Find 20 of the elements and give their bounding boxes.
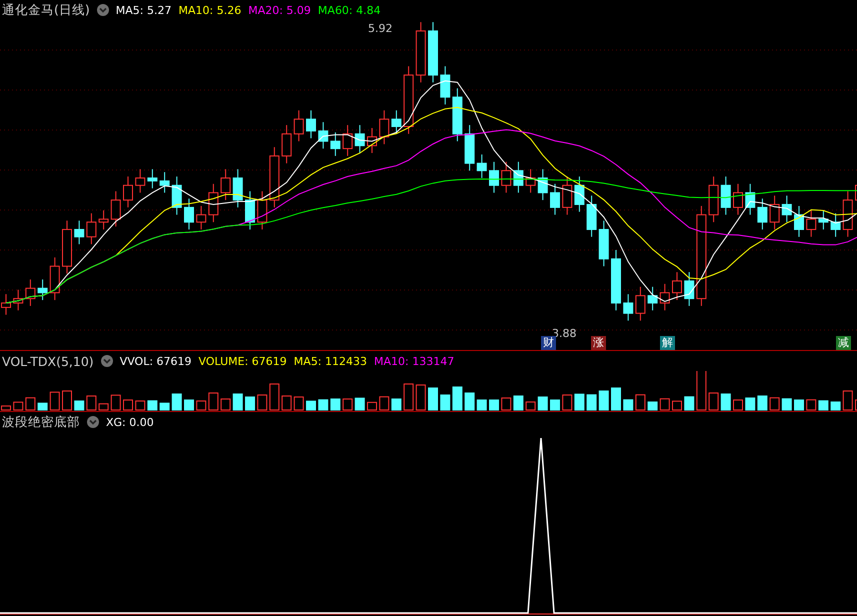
indicator-value: MA10: 5.26 [178,4,242,16]
collapse-icon[interactable] [100,355,113,367]
high-price-label: 5.92 [368,22,392,35]
indicator-value: MA20: 5.09 [248,4,311,16]
indicator-value: VVOL: 67619 [120,354,192,368]
indicator-value: MA60: 4.84 [318,4,381,16]
indicator-value: MA10: 133147 [374,354,454,368]
indicator-value: VOLUME: 67619 [198,354,287,368]
panel-title: 通化金马(日线) [2,2,90,18]
collapse-icon[interactable] [87,416,99,428]
event-badge[interactable]: 解 [660,336,675,350]
indicator-value: MA5: 112433 [294,354,368,368]
indicator-value: MA5: 5.27 [116,4,172,16]
event-badge[interactable]: 减 [836,336,851,350]
event-badge[interactable]: 财 [541,336,556,350]
collapse-icon[interactable] [96,4,109,16]
event-badge[interactable]: 涨 [591,336,606,350]
panel-title: 波段绝密底部 [2,414,80,430]
indicator-value: XG: 0.00 [106,416,154,428]
panel-title: VOL-TDX(5,10) [2,354,94,368]
